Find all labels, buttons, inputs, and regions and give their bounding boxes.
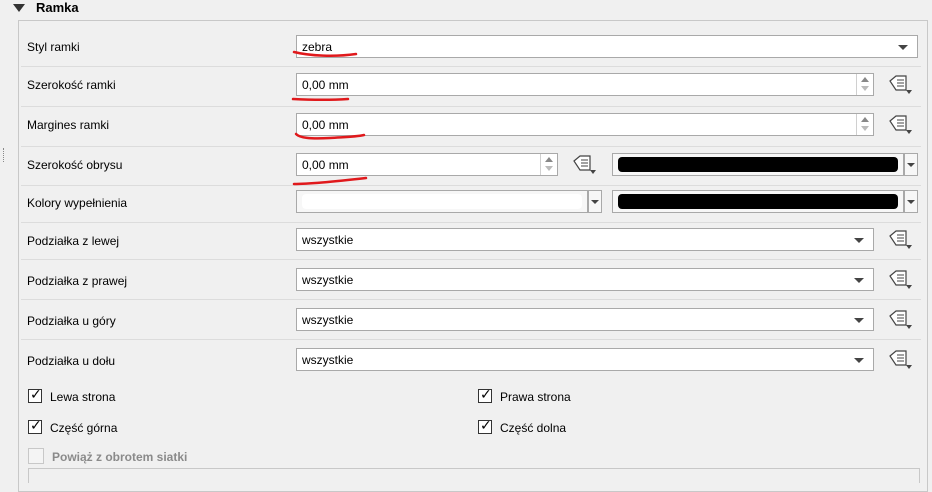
data-defined-override-button[interactable] [884, 229, 912, 251]
divider [21, 339, 921, 340]
outline-width-value: 0,00 mm [302, 158, 349, 172]
right-side-label: Prawa strona [500, 390, 571, 404]
frame-margin-spinbox[interactable]: 0,00 mm [296, 113, 874, 136]
tick-left-label: Podziałka z lewej [27, 234, 120, 248]
tick-bottom-combo[interactable]: wszystkie [296, 348, 874, 371]
link-rotation-checkbox[interactable] [28, 448, 44, 464]
frame-width-spinbox[interactable]: 0,00 mm [296, 73, 874, 96]
tick-right-value: wszystkie [302, 273, 354, 287]
data-defined-icon [889, 75, 912, 94]
tick-left-value: wszystkie [302, 233, 354, 247]
splitter-handle[interactable] [3, 148, 6, 162]
tick-top-combo[interactable]: wszystkie [296, 308, 874, 331]
divider [21, 299, 921, 300]
tick-bottom-value: wszystkie [302, 353, 354, 367]
spin-buttons[interactable] [856, 74, 873, 95]
section-header[interactable]: Ramka [0, 0, 932, 18]
fill-color-1-dropdown[interactable] [588, 190, 602, 213]
fill-color-2-dropdown[interactable] [904, 190, 918, 213]
bottom-part-label: Część dolna [500, 421, 567, 435]
section-title: Ramka [36, 0, 79, 15]
outline-width-spinbox[interactable]: 0,00 mm [296, 153, 558, 176]
frame-margin-value: 0,00 mm [302, 118, 349, 132]
frame-width-label: Szerokość ramki [27, 78, 116, 92]
tick-bottom-label: Podziałka u dołu [27, 354, 116, 368]
color-swatch [618, 157, 898, 172]
divider [21, 66, 921, 67]
data-defined-override-button[interactable] [884, 269, 912, 291]
link-rotation-label: Powiąż z obrotem siatki [52, 450, 188, 464]
data-defined-override-button[interactable] [884, 309, 912, 331]
outline-color-dropdown[interactable] [904, 153, 918, 176]
grid-frame-subpanel [28, 468, 920, 483]
color-swatch [618, 194, 898, 209]
tick-right-combo[interactable]: wszystkie [296, 268, 874, 291]
fill-color-2-button[interactable] [612, 190, 904, 213]
chevron-down-icon [854, 358, 864, 363]
data-defined-icon [889, 115, 912, 134]
data-defined-override-button[interactable] [884, 349, 912, 371]
divider [21, 222, 921, 223]
left-side-checkbox[interactable] [28, 387, 42, 403]
chevron-down-icon [854, 238, 864, 243]
top-part-label: Część górna [50, 421, 118, 435]
frame-width-value: 0,00 mm [302, 78, 349, 92]
frame-style-value: zebra [302, 40, 333, 54]
left-side-label: Lewa strona [50, 390, 116, 404]
tick-left-combo[interactable]: wszystkie [296, 228, 874, 251]
right-side-checkbox[interactable] [478, 387, 492, 403]
outline-color-button[interactable] [612, 153, 904, 176]
data-defined-icon [889, 270, 912, 289]
divider [21, 185, 921, 186]
frame-margin-label: Margines ramki [27, 118, 110, 132]
outline-width-label: Szerokość obrysu [27, 158, 123, 172]
divider [21, 146, 921, 147]
chevron-down-icon [854, 278, 864, 283]
fill-colors-label: Kolory wypełnienia [27, 196, 128, 210]
divider [21, 259, 921, 260]
collapse-triangle-icon[interactable] [13, 4, 25, 12]
data-defined-icon [889, 350, 912, 369]
color-swatch [302, 194, 582, 209]
tick-top-value: wszystkie [302, 313, 354, 327]
data-defined-icon [889, 310, 912, 329]
fill-color-1-button[interactable] [296, 190, 588, 213]
data-defined-icon [889, 230, 912, 249]
tick-right-label: Podziałka z prawej [27, 274, 128, 288]
frame-style-label: Styl ramki [27, 40, 80, 54]
data-defined-override-button[interactable] [884, 114, 912, 136]
divider [21, 106, 921, 107]
top-part-checkbox[interactable] [28, 418, 42, 434]
tick-top-label: Podziałka u góry [27, 314, 116, 328]
data-defined-override-button[interactable] [568, 154, 596, 176]
data-defined-override-button[interactable] [884, 74, 912, 96]
bottom-part-checkbox[interactable] [478, 418, 492, 434]
spin-buttons[interactable] [856, 114, 873, 135]
spin-buttons[interactable] [540, 154, 557, 175]
chevron-down-icon [898, 45, 908, 50]
chevron-down-icon [854, 318, 864, 323]
data-defined-icon [573, 155, 596, 174]
frame-style-combo[interactable]: zebra [296, 35, 918, 58]
